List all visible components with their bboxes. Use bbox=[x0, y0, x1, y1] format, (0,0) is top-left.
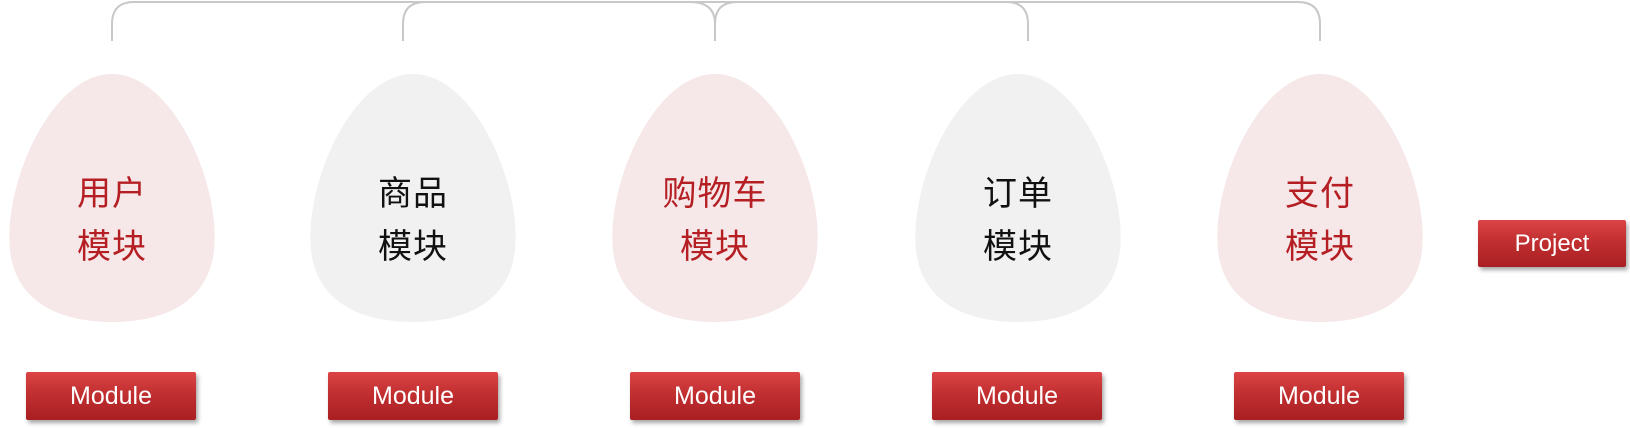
bracket-left-arc bbox=[111, 1, 716, 41]
module-title-line-2: 模块 bbox=[983, 227, 1053, 267]
module-card-user: 用户 模块 bbox=[2, 74, 222, 322]
project-button[interactable]: Project bbox=[1478, 220, 1626, 267]
bracket-center-arc bbox=[402, 1, 1029, 41]
module-title-line-1: 订单 bbox=[983, 174, 1053, 214]
module-title-line-1: 购物车 bbox=[662, 174, 768, 214]
module-title-line-1: 商品 bbox=[378, 174, 448, 214]
module-title-product: 商品 模块 bbox=[303, 168, 523, 274]
module-card-product: 商品 模块 bbox=[303, 74, 523, 322]
module-title-order: 订单 模块 bbox=[908, 168, 1128, 274]
bracket-right-arc bbox=[714, 1, 1321, 41]
module-button-payment[interactable]: Module bbox=[1234, 372, 1404, 420]
module-title-cart: 购物车 模块 bbox=[605, 168, 825, 274]
module-title-line-2: 模块 bbox=[680, 227, 750, 267]
module-button-cart[interactable]: Module bbox=[630, 372, 800, 420]
module-card-cart: 购物车 模块 bbox=[605, 74, 825, 322]
module-button-product[interactable]: Module bbox=[328, 372, 498, 420]
module-card-payment: 支付 模块 bbox=[1210, 74, 1430, 322]
module-button-user[interactable]: Module bbox=[26, 372, 196, 420]
module-title-line-1: 用户 bbox=[77, 174, 147, 214]
module-card-order: 订单 模块 bbox=[908, 74, 1128, 322]
module-title-line-2: 模块 bbox=[378, 227, 448, 267]
module-title-payment: 支付 模块 bbox=[1210, 168, 1430, 274]
module-title-line-1: 支付 bbox=[1285, 174, 1355, 214]
module-title-line-2: 模块 bbox=[1285, 227, 1355, 267]
module-title-line-2: 模块 bbox=[77, 227, 147, 267]
module-button-order[interactable]: Module bbox=[932, 372, 1102, 420]
module-title-user: 用户 模块 bbox=[2, 168, 222, 274]
